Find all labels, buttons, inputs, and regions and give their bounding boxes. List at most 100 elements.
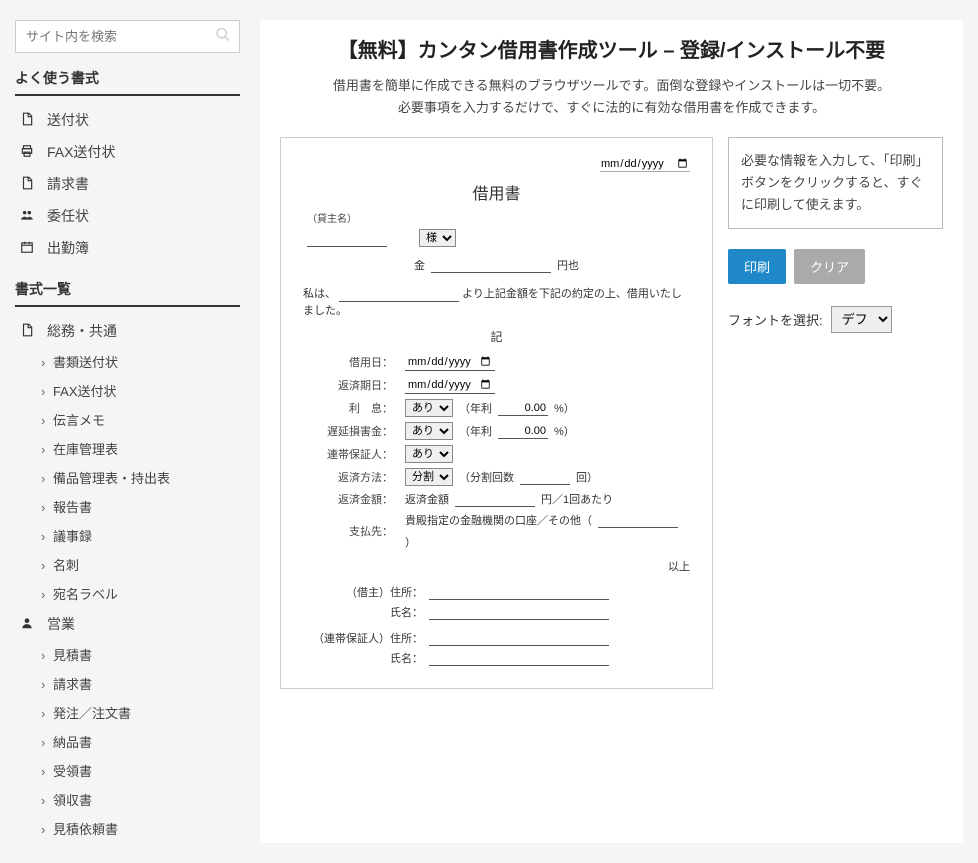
- category-label: 総務・共通: [47, 321, 117, 341]
- category-item[interactable]: 受領書: [15, 756, 240, 785]
- search-wrap: [15, 20, 240, 53]
- guarantor-name-label: 氏名：: [303, 650, 423, 666]
- clear-button[interactable]: クリア: [794, 249, 865, 284]
- payee-pre: 貴殿指定の金融機関の口座／その他（: [405, 512, 592, 528]
- return-date-input[interactable]: [405, 376, 495, 394]
- category-label: 営業: [47, 614, 75, 634]
- repay-mid: 円／1回あたり: [541, 491, 613, 507]
- borrower-name-input-2[interactable]: [429, 605, 609, 620]
- split-count-input[interactable]: [520, 470, 570, 485]
- honorific-select[interactable]: 様: [419, 229, 456, 247]
- payee-other-input[interactable]: [598, 513, 678, 528]
- yen-label: 円也: [557, 257, 579, 273]
- payee-post: ）: [405, 534, 416, 550]
- doc-date-input[interactable]: [600, 156, 690, 172]
- category-item[interactable]: 見積依頼書: [15, 814, 240, 843]
- label-repay-amount: 返済金額：: [303, 491, 393, 507]
- search-input[interactable]: [16, 21, 239, 52]
- lender-label: （貸主名）: [307, 210, 690, 225]
- search-icon[interactable]: [215, 26, 231, 47]
- category-item[interactable]: 伝言メモ: [15, 405, 240, 434]
- delay-post: %）: [554, 423, 575, 439]
- category-item[interactable]: 名刺: [15, 550, 240, 579]
- frequent-list: 送付状 FAX送付状請求書委任状出勤簿: [15, 104, 240, 264]
- category-list: 総務・共通書類送付状FAX送付状伝言メモ在庫管理表備品管理表・持出表報告書議事録…: [15, 315, 240, 843]
- font-label: フォントを選択:: [728, 310, 823, 329]
- category-item[interactable]: 書類送付状: [15, 347, 240, 376]
- freq-item-1[interactable]: FAX送付状: [15, 136, 240, 168]
- interest-rate-input[interactable]: [498, 401, 548, 416]
- split-post: 回）: [576, 469, 598, 485]
- font-select[interactable]: デフ: [831, 306, 892, 333]
- right-column: 必要な情報を入力して、「印刷」ボタンをクリックすると、すぐに印刷して使えます。 …: [728, 137, 943, 689]
- guarantor-name-input[interactable]: [429, 651, 609, 666]
- category-item[interactable]: 領収書: [15, 785, 240, 814]
- file-icon: [19, 176, 35, 193]
- interest-pre: （年利: [459, 400, 492, 416]
- lender-name-input[interactable]: [307, 232, 387, 247]
- interest-select[interactable]: あり: [405, 399, 453, 417]
- split-pre: （分割回数: [459, 469, 514, 485]
- category-item[interactable]: 宛名ラベル: [15, 579, 240, 608]
- doc-date-row: [303, 156, 690, 172]
- freq-item-2[interactable]: 請求書: [15, 168, 240, 200]
- category-item[interactable]: 見積書: [15, 640, 240, 669]
- label-method: 返済方法：: [303, 469, 393, 485]
- category-item[interactable]: FAX送付状: [15, 376, 240, 405]
- label-return-date: 返済期日：: [303, 377, 393, 393]
- label-delay: 遅延損害金：: [303, 423, 393, 439]
- doc-title: 借用書: [303, 180, 690, 204]
- form-table: 借用日： 返済期日： 利 息： あり （年利 %）: [303, 353, 690, 550]
- borrower-block: （借主）住所： 氏名：: [303, 584, 690, 620]
- delay-pre: （年利: [459, 423, 492, 439]
- freq-item-label: 請求書: [47, 174, 89, 194]
- ki-heading: 記: [303, 328, 690, 345]
- loan-date-input[interactable]: [405, 353, 495, 371]
- label-interest: 利 息：: [303, 400, 393, 416]
- freq-item-4[interactable]: 出勤簿: [15, 232, 240, 264]
- guarantor-select[interactable]: あり: [405, 445, 453, 463]
- category-item[interactable]: 請求書: [15, 669, 240, 698]
- calendar-icon: [19, 240, 35, 257]
- ijou-label: 以上: [303, 558, 690, 574]
- print-icon: [19, 144, 35, 161]
- category-item[interactable]: 納品書: [15, 727, 240, 756]
- repay-amount-input[interactable]: [455, 492, 535, 507]
- guarantor-block: （連帯保証人）住所： 氏名：: [303, 630, 690, 666]
- heading-frequent: よく使う書式: [15, 68, 240, 96]
- freq-item-label: FAX送付状: [47, 142, 115, 162]
- person-icon: [19, 616, 35, 633]
- category-head-0[interactable]: 総務・共通: [15, 315, 240, 347]
- kin-label: 金: [414, 257, 425, 273]
- category-item[interactable]: 在庫管理表: [15, 434, 240, 463]
- page-description: 借用書を簡単に作成できる無料のブラウザツールです。面倒な登録やインストールは一切…: [280, 75, 943, 119]
- category-head-1[interactable]: 営業: [15, 608, 240, 640]
- freq-item-label: 送付状: [47, 110, 89, 130]
- people-icon: [19, 208, 35, 225]
- print-button[interactable]: 印刷: [728, 249, 786, 284]
- borrower-name-input[interactable]: [339, 287, 459, 302]
- category-item[interactable]: 議事録: [15, 521, 240, 550]
- borrower-addr-input[interactable]: [429, 585, 609, 600]
- interest-post: %）: [554, 400, 575, 416]
- method-select[interactable]: 分割: [405, 468, 453, 486]
- category-item[interactable]: 備品管理表・持出表: [15, 463, 240, 492]
- document-panel: 借用書 （貸主名） 様 金 円也 私は、 より上記金額を下記の約定の上、借用いた…: [280, 137, 713, 689]
- desc-line-2: 必要事項を入力するだけで、すぐに法的に有効な借用書を作成できます。: [398, 100, 825, 115]
- info-box: 必要な情報を入力して、「印刷」ボタンをクリックすると、すぐに印刷して使えます。: [728, 137, 943, 229]
- sidebar: よく使う書式 送付状FAX送付状請求書委任状出勤簿 書式一覧 総務・共通書類送付…: [15, 20, 240, 843]
- repay-pre: 返済金額: [405, 491, 449, 507]
- freq-item-3[interactable]: 委任状: [15, 200, 240, 232]
- delay-select[interactable]: あり: [405, 422, 453, 440]
- sentence: 私は、 より上記金額を下記の約定の上、借用いたしました。: [303, 285, 690, 318]
- page-title: 【無料】カンタン借用書作成ツール – 登録/インストール不要: [280, 34, 943, 63]
- delay-rate-input[interactable]: [498, 424, 548, 439]
- label-guarantor: 連帯保証人：: [303, 446, 393, 462]
- freq-item-0[interactable]: 送付状: [15, 104, 240, 136]
- freq-item-label: 委任状: [47, 206, 89, 226]
- amount-input[interactable]: [431, 258, 551, 273]
- main-content: 【無料】カンタン借用書作成ツール – 登録/インストール不要 借用書を簡単に作成…: [260, 20, 963, 843]
- guarantor-addr-input[interactable]: [429, 631, 609, 646]
- category-item[interactable]: 発注／注文書: [15, 698, 240, 727]
- category-item[interactable]: 報告書: [15, 492, 240, 521]
